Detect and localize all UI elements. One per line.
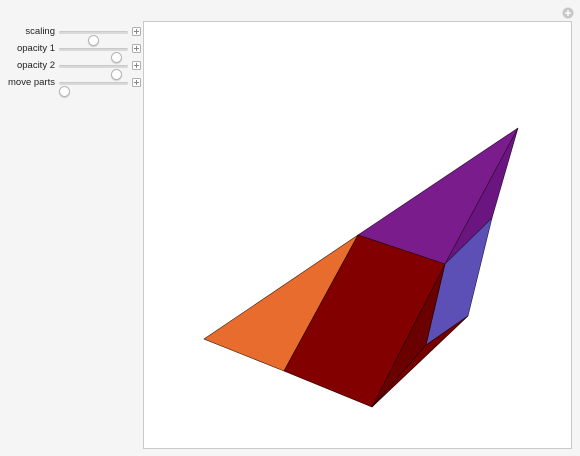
control-scaling: scaling [0,24,144,46]
scaling-plus-icon[interactable] [132,27,141,36]
control-label-move-parts: move parts [8,77,55,88]
opacity-1-plus-icon[interactable] [132,44,141,53]
opacity-2-slider[interactable] [59,65,128,80]
control-opacity-2: opacity 2 [0,58,144,80]
control-label-scaling: scaling [25,26,55,37]
control-move-parts: move parts [0,75,144,97]
control-label-opacity-1: opacity 1 [16,43,55,54]
move-parts-slider-thumb[interactable] [59,86,71,97]
opacity-2-plus-icon[interactable] [132,61,141,70]
move-parts-plus-icon[interactable] [132,78,141,87]
expand-plus-icon[interactable] [562,7,574,19]
control-opacity-1: opacity 1 [0,41,144,63]
scaling-slider[interactable] [59,31,128,46]
3d-graphics-panel[interactable] [143,21,572,449]
control-label-opacity-2: opacity 2 [16,60,55,71]
prism-graphic[interactable] [144,22,571,448]
opacity-1-slider[interactable] [59,48,128,63]
move-parts-slider[interactable] [59,82,128,97]
